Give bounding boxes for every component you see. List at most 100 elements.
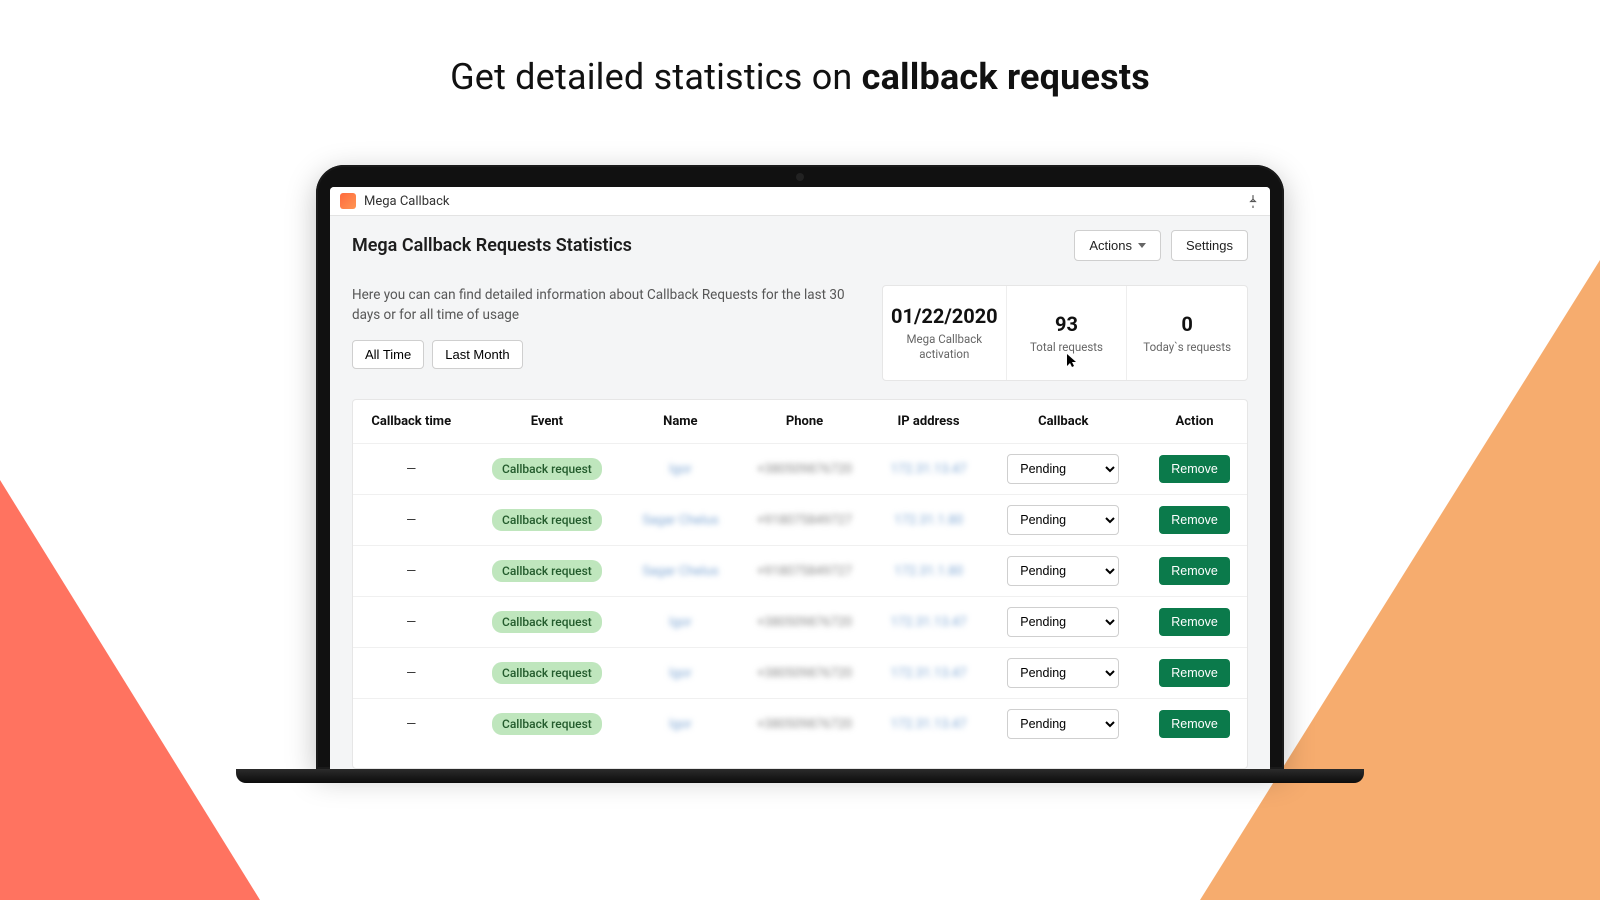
app-logo-icon: [340, 193, 356, 209]
stat-total-label: Total requests: [1030, 340, 1103, 355]
cell-callback: Pending: [984, 444, 1142, 495]
pin-icon[interactable]: [1246, 194, 1260, 208]
cell-callback-time: —: [353, 546, 470, 597]
cell-event: Callback request: [470, 444, 625, 495]
info-row: Here you can can find detailed informati…: [330, 275, 1270, 381]
hero-heading: Get detailed statistics on callback requ…: [0, 0, 1600, 98]
cell-phone: +380509876720: [737, 699, 873, 750]
cell-callback-time: —: [353, 648, 470, 699]
col-name: Name: [624, 400, 736, 444]
cell-phone: +380509876720: [737, 648, 873, 699]
col-callback-time: Callback time: [353, 400, 470, 444]
decorative-triangle-left: [0, 480, 260, 900]
settings-button[interactable]: Settings: [1171, 230, 1248, 261]
cell-callback: Pending: [984, 699, 1142, 750]
requests-table: Callback time Event Name Phone IP addres…: [352, 399, 1248, 769]
stat-today-value: 0: [1181, 312, 1192, 336]
filter-all-time[interactable]: All Time: [352, 340, 424, 369]
stat-total-value: 93: [1055, 312, 1078, 336]
cell-callback: Pending: [984, 546, 1142, 597]
event-badge: Callback request: [492, 713, 602, 735]
page-description: Here you can can find detailed informati…: [352, 285, 862, 326]
cell-phone: +918075849727: [737, 546, 873, 597]
laptop-bezel: Mega Callback Mega Callback Requests Sta…: [316, 165, 1284, 769]
cell-name: Igor: [624, 648, 736, 699]
table-header-row: Callback time Event Name Phone IP addres…: [353, 400, 1247, 444]
remove-button[interactable]: Remove: [1159, 455, 1230, 483]
cell-action: Remove: [1142, 648, 1247, 699]
event-badge: Callback request: [492, 611, 602, 633]
remove-button[interactable]: Remove: [1159, 506, 1230, 534]
table-row: — Callback request Igor+380509876720172.31…: [353, 699, 1247, 750]
col-phone: Phone: [737, 400, 873, 444]
chevron-down-icon: [1138, 243, 1146, 248]
cell-action: Remove: [1142, 546, 1247, 597]
callback-status-select[interactable]: Pending: [1007, 505, 1119, 535]
cell-name: Igor: [624, 699, 736, 750]
laptop-base: [236, 769, 1364, 783]
callback-status-select[interactable]: Pending: [1007, 454, 1119, 484]
titlebar: Mega Callback: [330, 187, 1270, 216]
event-badge: Callback request: [492, 662, 602, 684]
col-action: Action: [1142, 400, 1247, 444]
event-badge: Callback request: [492, 458, 602, 480]
cell-name: Igor: [624, 444, 736, 495]
cell-name: Igor: [624, 597, 736, 648]
time-filters: All Time Last Month: [352, 340, 862, 369]
cell-ip: 172.31.13.47: [873, 597, 985, 648]
table-row: — Callback request Sagar Chelus+9180758497…: [353, 546, 1247, 597]
cell-phone: +380509876720: [737, 597, 873, 648]
table-row: — Callback request Igor+380509876720172.31…: [353, 444, 1247, 495]
actions-dropdown-button[interactable]: Actions: [1074, 230, 1161, 261]
stat-today: 0 Today`s requests: [1127, 286, 1247, 380]
col-callback: Callback: [984, 400, 1142, 444]
callback-status-select[interactable]: Pending: [1007, 607, 1119, 637]
event-badge: Callback request: [492, 560, 602, 582]
stat-today-label: Today`s requests: [1143, 340, 1231, 355]
remove-button[interactable]: Remove: [1159, 608, 1230, 636]
cell-action: Remove: [1142, 495, 1247, 546]
col-ip: IP address: [873, 400, 985, 444]
cell-ip: 172.31.13.47: [873, 444, 985, 495]
callback-status-select[interactable]: Pending: [1007, 709, 1119, 739]
event-badge: Callback request: [492, 509, 602, 531]
cell-name: Sagar Chelus: [624, 495, 736, 546]
callback-status-select[interactable]: Pending: [1007, 556, 1119, 586]
col-event: Event: [470, 400, 625, 444]
cell-ip: 172.31.1.80: [873, 546, 985, 597]
cell-name: Sagar Chelus: [624, 546, 736, 597]
callback-status-select[interactable]: Pending: [1007, 658, 1119, 688]
hero-prefix: Get detailed statistics on: [450, 56, 862, 98]
actions-label: Actions: [1089, 238, 1132, 253]
stat-activation-label: Mega Callback activation: [891, 332, 998, 362]
remove-button[interactable]: Remove: [1159, 710, 1230, 738]
remove-button[interactable]: Remove: [1159, 557, 1230, 585]
cell-action: Remove: [1142, 444, 1247, 495]
filter-last-month[interactable]: Last Month: [432, 340, 522, 369]
cell-event: Callback request: [470, 648, 625, 699]
remove-button[interactable]: Remove: [1159, 659, 1230, 687]
cell-ip: 172.31.13.47: [873, 699, 985, 750]
cell-event: Callback request: [470, 546, 625, 597]
page-title: Mega Callback Requests Statistics: [352, 235, 632, 256]
cell-action: Remove: [1142, 699, 1247, 750]
cell-event: Callback request: [470, 699, 625, 750]
stat-total: 93 Total requests: [1007, 286, 1128, 380]
cell-callback-time: —: [353, 699, 470, 750]
app-screen: Mega Callback Mega Callback Requests Sta…: [330, 187, 1270, 769]
cell-phone: +918075849727: [737, 495, 873, 546]
cell-callback-time: —: [353, 597, 470, 648]
cell-callback-time: —: [353, 495, 470, 546]
cell-phone: +380509876720: [737, 444, 873, 495]
cell-callback-time: —: [353, 444, 470, 495]
page-header: Mega Callback Requests Statistics Action…: [330, 216, 1270, 275]
cell-callback: Pending: [984, 597, 1142, 648]
cell-callback: Pending: [984, 495, 1142, 546]
cell-ip: 172.31.13.47: [873, 648, 985, 699]
table-row: — Callback request Igor+380509876720172.31…: [353, 597, 1247, 648]
cell-event: Callback request: [470, 495, 625, 546]
laptop-mockup: Mega Callback Mega Callback Requests Sta…: [316, 165, 1284, 783]
settings-label: Settings: [1186, 238, 1233, 253]
table-row: — Callback request Igor+380509876720172.31…: [353, 648, 1247, 699]
stat-activation: 01/22/2020 Mega Callback activation: [883, 286, 1007, 380]
